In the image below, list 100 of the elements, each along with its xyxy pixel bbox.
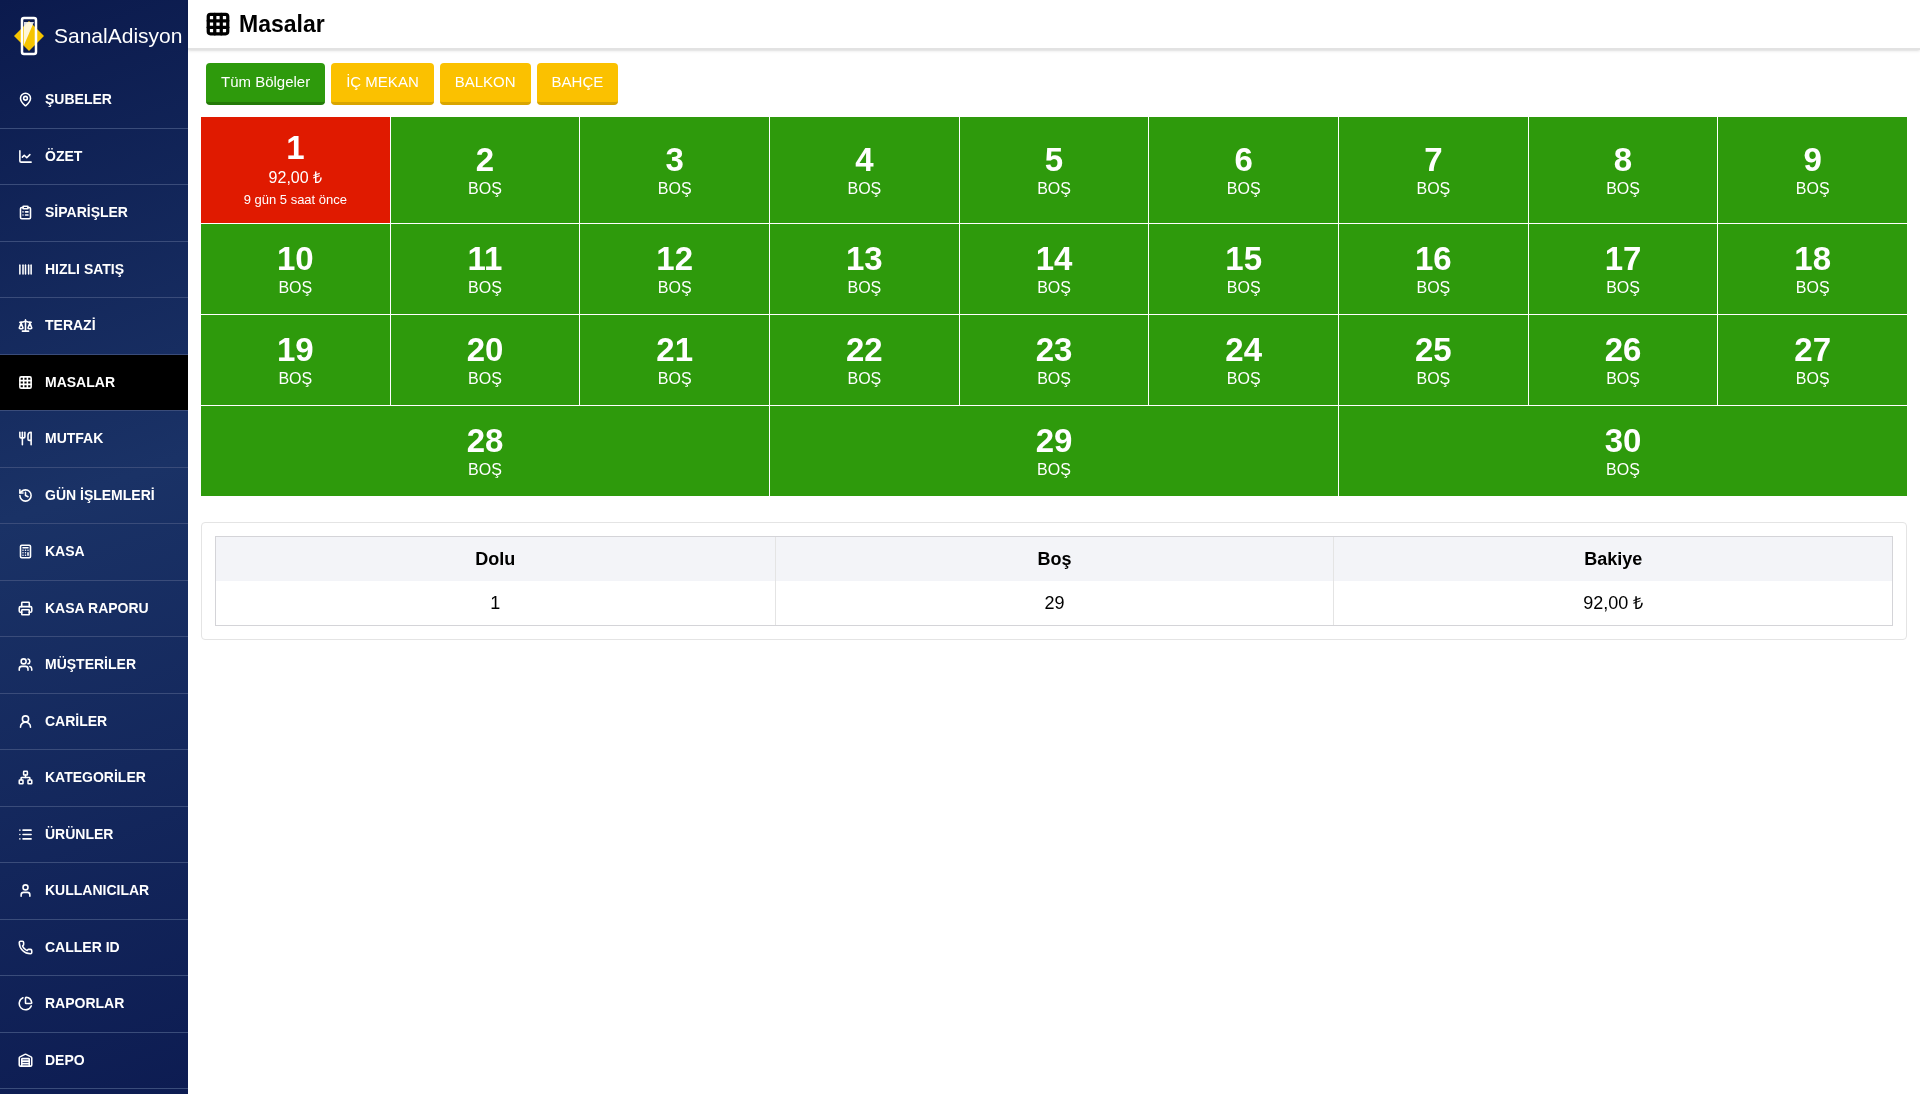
table-number: 13 xyxy=(846,240,883,278)
table-tile[interactable]: 10 BOŞ xyxy=(201,224,390,314)
sidebar-item[interactable]: ŞUBELER xyxy=(0,72,188,129)
table-tile[interactable]: 8 BOŞ xyxy=(1528,117,1718,223)
table-number: 12 xyxy=(656,240,694,278)
scale-icon xyxy=(18,318,33,334)
table-tile[interactable]: 28 BOŞ xyxy=(201,406,769,496)
table-number: 19 xyxy=(276,331,314,369)
table-number: 28 xyxy=(466,422,504,460)
table-number: 22 xyxy=(846,331,883,369)
table-status: BOŞ xyxy=(468,179,502,199)
table-status: BOŞ xyxy=(468,460,502,480)
table-status: BOŞ xyxy=(657,179,692,199)
table-tile[interactable]: 25 BOŞ xyxy=(1339,315,1528,405)
table-number: 21 xyxy=(656,331,694,369)
logo-icon xyxy=(12,15,46,57)
sidebar-item[interactable]: HIZLI SATIŞ xyxy=(0,241,188,298)
phone-icon xyxy=(18,939,33,955)
table-tile[interactable]: 20 BOŞ xyxy=(390,315,580,405)
table-status: BOŞ xyxy=(278,369,313,389)
table-tile[interactable]: 16 BOŞ xyxy=(1339,224,1528,314)
table-tile[interactable]: 15 BOŞ xyxy=(1149,224,1339,314)
sidebar-item[interactable]: GÜN İŞLEMLERİ xyxy=(0,467,188,524)
table-status: BOŞ xyxy=(1416,369,1451,389)
table-status: BOŞ xyxy=(1795,369,1830,389)
table-tile[interactable]: 1 92,00 ₺ 9 gün 5 saat önce xyxy=(201,117,390,223)
table-tile[interactable]: 24 BOŞ xyxy=(1149,315,1339,405)
region-filter-button[interactable]: Tüm Bölgeler xyxy=(206,63,326,105)
table-status: BOŞ xyxy=(847,179,882,199)
sidebar-item[interactable]: RAPORLAR xyxy=(0,976,188,1033)
table-tile[interactable]: 19 BOŞ xyxy=(201,315,390,405)
brand-name: SanalAdisyon xyxy=(54,23,183,50)
table-number: 20 xyxy=(466,331,504,369)
sidebar-item[interactable]: ÜRÜNLER xyxy=(0,806,188,863)
table-tile[interactable]: 6 BOŞ xyxy=(1149,117,1339,223)
table-tile[interactable]: 4 BOŞ xyxy=(770,117,959,223)
sidebar-item[interactable]: KATEGORİLER xyxy=(0,750,188,807)
table-tile[interactable]: 22 BOŞ xyxy=(770,315,959,405)
table-tile[interactable]: 9 BOŞ xyxy=(1718,117,1908,223)
sidebar-item[interactable]: SİPARİŞLER xyxy=(0,185,188,242)
table-tile[interactable]: 26 BOŞ xyxy=(1528,315,1718,405)
table-tile[interactable]: 21 BOŞ xyxy=(580,315,769,405)
table-tile[interactable]: 12 BOŞ xyxy=(580,224,769,314)
table-time: 9 gün 5 saat önce xyxy=(243,191,347,209)
table-tile[interactable]: 5 BOŞ xyxy=(959,117,1149,223)
sidebar-item[interactable]: MASALAR xyxy=(0,354,188,411)
table-number: 23 xyxy=(1035,331,1073,369)
line-chart-icon xyxy=(18,148,33,164)
grid-icon xyxy=(205,11,231,37)
table-number: 15 xyxy=(1225,240,1263,278)
sidebar-item[interactable]: DEPO xyxy=(0,1032,188,1089)
sidebar-item[interactable]: MUTFAK xyxy=(0,411,188,468)
table-tile[interactable]: 17 BOŞ xyxy=(1528,224,1718,314)
table-tile[interactable]: 11 BOŞ xyxy=(390,224,580,314)
table-tile[interactable]: 29 BOŞ xyxy=(770,406,1338,496)
table-number: 4 xyxy=(855,141,874,179)
sidebar-item[interactable]: KASA RAPORU xyxy=(0,580,188,637)
table-status: BOŞ xyxy=(847,369,882,389)
table-status: BOŞ xyxy=(1795,278,1830,298)
table-status: BOŞ xyxy=(468,369,502,389)
table-status: BOŞ xyxy=(657,369,692,389)
table-status: BOŞ xyxy=(1606,460,1640,480)
table-tile[interactable]: 13 BOŞ xyxy=(770,224,959,314)
table-status: BOŞ xyxy=(1037,369,1071,389)
table-status: BOŞ xyxy=(468,278,502,298)
table-number: 2 xyxy=(475,141,495,179)
table-tile[interactable]: 18 BOŞ xyxy=(1718,224,1908,314)
sidebar-item[interactable]: KASA xyxy=(0,524,188,581)
sidebar-item[interactable]: TERAZİ xyxy=(0,298,188,355)
map-pin-icon xyxy=(18,92,33,108)
table-number: 16 xyxy=(1415,240,1452,278)
table-status: BOŞ xyxy=(1037,278,1071,298)
barcode-icon xyxy=(18,261,33,277)
table-tile[interactable]: 7 BOŞ xyxy=(1339,117,1528,223)
sidebar-item[interactable]: CARİLER xyxy=(0,693,188,750)
table-cell-text: 1 xyxy=(489,591,502,615)
history-icon xyxy=(18,487,33,503)
sidebar-item[interactable]: MÜŞTERİLER xyxy=(0,637,188,694)
table-tile[interactable]: 23 BOŞ xyxy=(959,315,1149,405)
clipboard-icon xyxy=(18,205,33,221)
table-number: 10 xyxy=(276,240,314,278)
table-status: BOŞ xyxy=(278,278,313,298)
table-number: 14 xyxy=(1035,240,1073,278)
table-number: 9 xyxy=(1803,141,1822,179)
table-tile[interactable]: 14 BOŞ xyxy=(959,224,1149,314)
sidebar-item[interactable]: KULLANICILAR xyxy=(0,863,188,920)
pie-chart-icon xyxy=(18,996,33,1012)
table-number: 30 xyxy=(1604,422,1642,460)
utensils-icon xyxy=(18,431,33,447)
table-cell: 29 xyxy=(774,581,1334,625)
table-number: 1 xyxy=(286,129,305,167)
table-status: BOŞ xyxy=(1795,179,1830,199)
sidebar-item[interactable]: ÖZET xyxy=(0,128,188,185)
table-number: 27 xyxy=(1794,331,1832,369)
table-status: BOŞ xyxy=(1416,278,1451,298)
table-tile[interactable]: 2 BOŞ xyxy=(390,117,580,223)
table-tile[interactable]: 27 BOŞ xyxy=(1718,315,1908,405)
table-tile[interactable]: 3 BOŞ xyxy=(580,117,769,223)
table-tile[interactable]: 30 BOŞ xyxy=(1339,406,1907,496)
sidebar-item[interactable]: CALLER ID xyxy=(0,919,188,976)
